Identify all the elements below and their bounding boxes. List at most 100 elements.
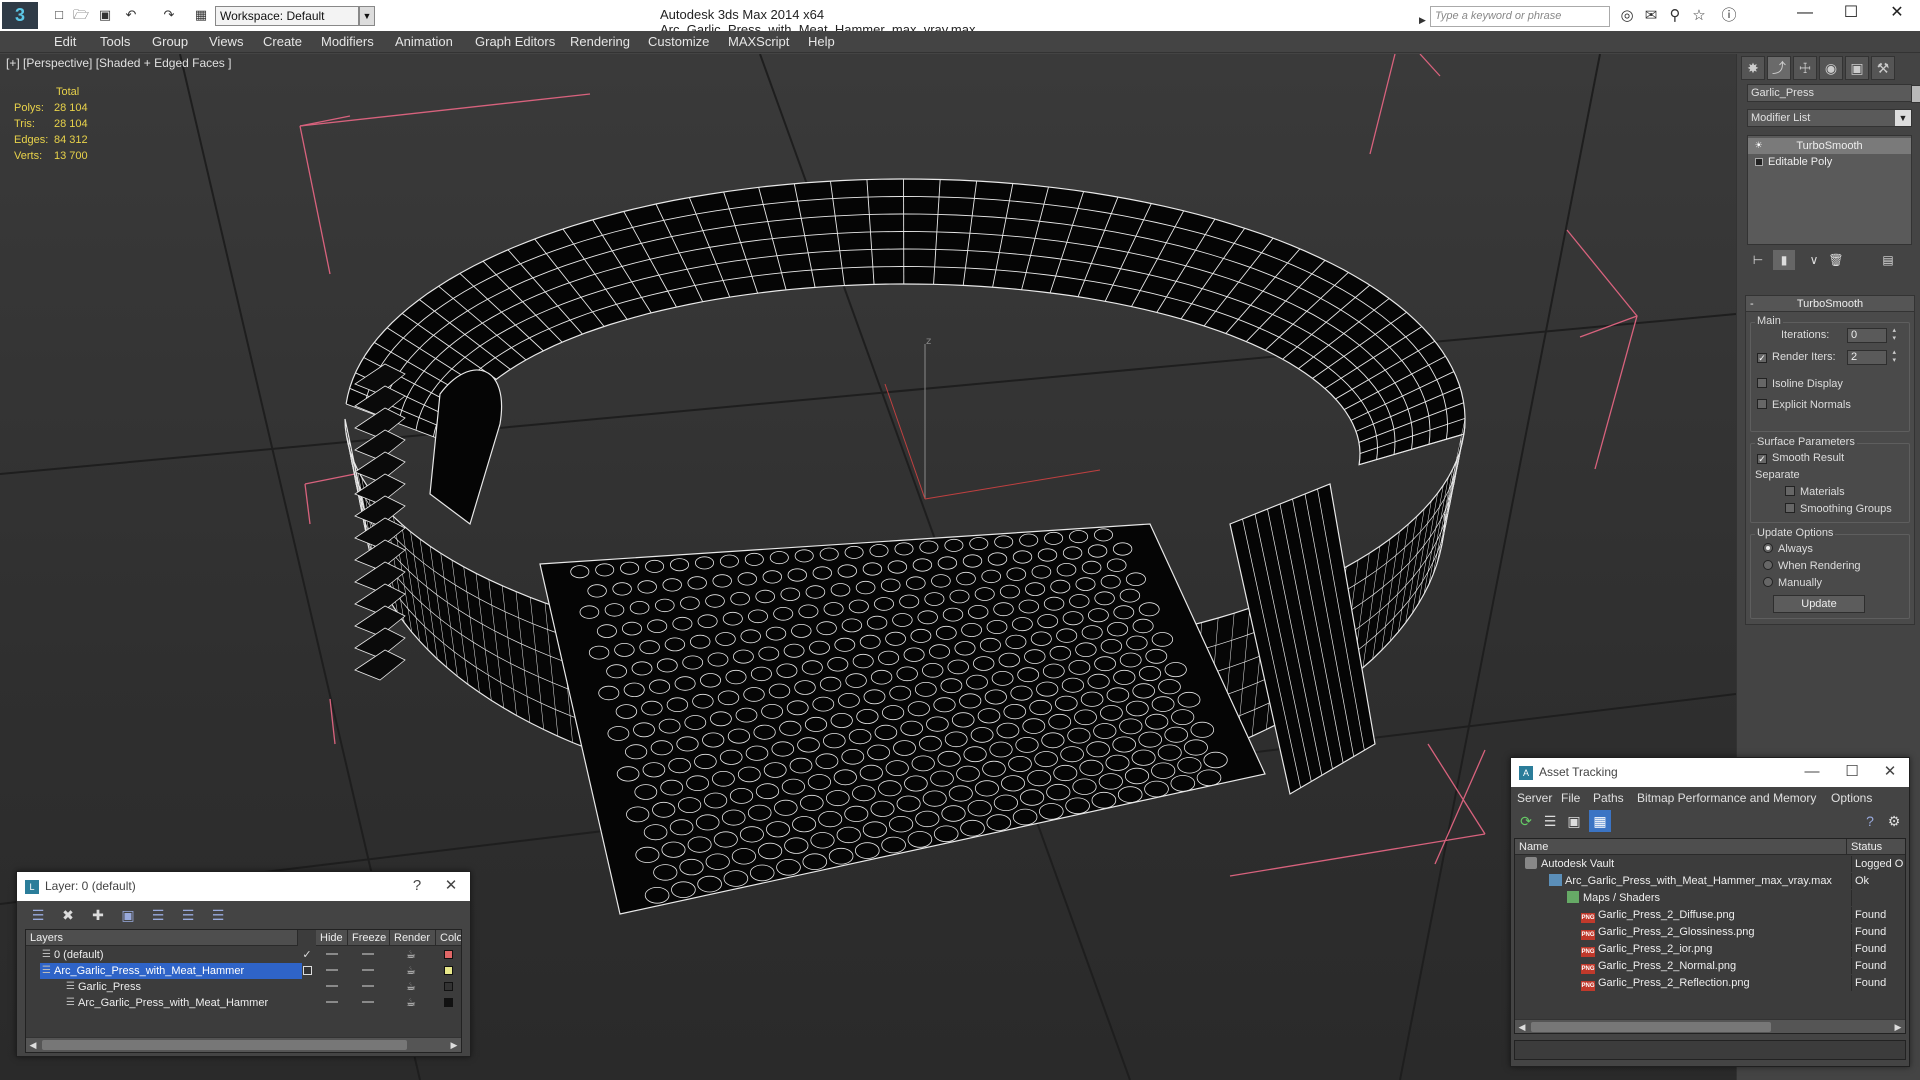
render-teapot-icon[interactable]: ☕ — [406, 963, 426, 979]
layer-color-swatch[interactable] — [444, 995, 458, 1011]
asset-row[interactable]: Maps / Shaders — [1515, 890, 1905, 906]
at-menu-options[interactable]: Options — [1831, 791, 1872, 805]
maximize-icon[interactable]: ☐ — [1828, 0, 1874, 28]
hide-toggle[interactable] — [326, 963, 346, 979]
binoculars-icon[interactable]: ◎ — [1616, 6, 1638, 26]
select-objects-icon[interactable]: ▣ — [117, 904, 139, 926]
column-freeze[interactable]: Freeze — [348, 930, 390, 946]
scroll-thumb[interactable] — [1531, 1022, 1771, 1032]
freeze-toggle[interactable] — [362, 963, 382, 979]
menu-maxscript[interactable]: MAXScript — [728, 34, 789, 49]
layer-color-swatch[interactable] — [444, 947, 458, 963]
hierarchy-tab-icon[interactable]: ☩ — [1793, 56, 1817, 80]
asset-row[interactable]: Autodesk Vault Logged O — [1515, 856, 1905, 872]
help-icon[interactable]: ? — [1859, 810, 1881, 832]
scroll-thumb[interactable] — [42, 1040, 407, 1050]
viewport-label[interactable]: [+] [Perspective] [Shaded + Edged Faces … — [6, 56, 231, 70]
asset-row[interactable]: Arc_Garlic_Press_with_Meat_Hammer_max_vr… — [1515, 873, 1905, 889]
chevron-down-icon[interactable]: ▼ — [1895, 110, 1911, 126]
menu-edit[interactable]: Edit — [54, 34, 76, 49]
asset-row[interactable]: PNG Garlic_Press_2_Normal.png Found — [1515, 958, 1905, 974]
open-file-icon[interactable]: 🗁 — [72, 6, 90, 24]
freeze-all-layers-icon[interactable]: ☰ — [207, 904, 229, 926]
asset-row[interactable]: PNG Garlic_Press_2_ior.png Found — [1515, 941, 1905, 957]
modify-tab-icon[interactable]: ⤴ — [1767, 56, 1791, 80]
pin-stack-icon[interactable]: ⊢ — [1747, 250, 1769, 270]
object-name-field[interactable]: Garlic_Press — [1747, 84, 1920, 103]
iterations-spinner[interactable]: 0 — [1847, 327, 1896, 343]
column-color[interactable]: Colo — [436, 930, 461, 946]
menu-customize[interactable]: Customize — [648, 34, 709, 49]
add-to-layer-icon[interactable]: ✚ — [87, 904, 109, 926]
project-folder-icon[interactable]: ▦ — [192, 6, 210, 24]
layer-color-swatch[interactable] — [444, 979, 458, 995]
layer-row[interactable]: Arc_Garlic_Press_with_Meat_Hammer ☰ ☕ — [26, 963, 461, 979]
turbosmooth-rollout-header[interactable]: - TurboSmooth — [1746, 296, 1914, 312]
current-layer-check-icon[interactable] — [298, 995, 316, 1011]
at-menu-bitmap-performance[interactable]: Bitmap Performance and Memory — [1637, 791, 1816, 805]
hide-toggle[interactable] — [326, 947, 346, 963]
configure-sets-icon[interactable]: ▤ — [1877, 250, 1899, 270]
layer-horizontal-scrollbar[interactable]: ◀ ▶ — [26, 1037, 461, 1052]
asset-status-field[interactable] — [1514, 1040, 1906, 1060]
scroll-right-icon[interactable]: ▶ — [447, 1038, 461, 1052]
update-always-radio[interactable]: Always — [1763, 543, 1813, 555]
new-file-icon[interactable]: □ — [50, 6, 68, 24]
asset-horizontal-scrollbar[interactable]: ◀ ▶ — [1515, 1019, 1905, 1033]
display-tab-icon[interactable]: ▣ — [1845, 56, 1869, 80]
favorites-star-icon[interactable]: ☆ — [1688, 6, 1710, 26]
freeze-toggle[interactable] — [362, 979, 382, 995]
redo-icon[interactable]: ↷ — [160, 6, 178, 24]
delete-layer-icon[interactable]: ✖ — [57, 904, 79, 926]
scroll-left-icon[interactable]: ◀ — [26, 1038, 40, 1052]
column-name[interactable]: Name — [1515, 839, 1847, 855]
menu-group[interactable]: Group — [152, 34, 188, 49]
current-layer-check-icon[interactable] — [298, 979, 316, 995]
object-color-swatch[interactable] — [1911, 85, 1920, 103]
lightbulb-icon[interactable]: ☀ — [1754, 140, 1763, 150]
stack-item-turbosmooth[interactable]: ☀ TurboSmooth — [1748, 138, 1911, 154]
hide-all-layers-icon[interactable]: ☰ — [177, 904, 199, 926]
communication-center-icon[interactable]: ✉ — [1640, 6, 1662, 26]
menu-views[interactable]: Views — [209, 34, 243, 49]
render-iters-row[interactable]: ✓ Render Iters: — [1757, 351, 1836, 363]
column-render[interactable]: Render — [390, 930, 436, 946]
update-when-rendering-radio[interactable]: When Rendering — [1763, 560, 1861, 572]
column-status[interactable]: Status — [1847, 839, 1905, 855]
layer-window-titlebar[interactable]: L Layer: 0 (default) ? ✕ — [17, 872, 470, 901]
save-file-icon[interactable]: ▣ — [96, 6, 114, 24]
search-input[interactable]: ▶ Type a keyword or phrase — [1419, 6, 1610, 27]
modifier-list-dropdown[interactable]: Modifier List ▼ — [1747, 109, 1912, 127]
layer-row[interactable]: Arc_Garlic_Press_with_Meat_Hammer ☰ ☕ — [26, 995, 461, 1011]
highlight-layer-icon[interactable]: ☰ — [147, 904, 169, 926]
utilities-tab-icon[interactable]: ⚒ — [1871, 56, 1895, 80]
hide-toggle[interactable] — [326, 995, 346, 1011]
undo-icon[interactable]: ↶ — [122, 6, 140, 24]
menu-tools[interactable]: Tools — [100, 34, 130, 49]
column-layers[interactable]: Layers — [26, 930, 298, 946]
help-icon[interactable]: ⓘ — [1718, 6, 1740, 26]
asset-row[interactable]: PNG Garlic_Press_2_Diffuse.png Found — [1515, 907, 1905, 923]
render-iters-spinner[interactable]: 2 — [1847, 349, 1896, 365]
stack-item-editable-poly[interactable]: Editable Poly — [1748, 154, 1911, 170]
table-view-icon[interactable]: ▦ — [1589, 810, 1611, 832]
menu-modifiers[interactable]: Modifiers — [321, 34, 374, 49]
update-manually-radio[interactable]: Manually — [1763, 577, 1822, 589]
smooth-result-checkbox[interactable]: ✓ Smooth Result — [1757, 452, 1844, 464]
column-hide[interactable]: Hide — [316, 930, 348, 946]
menu-help[interactable]: Help — [808, 34, 835, 49]
help-icon[interactable]: ? — [400, 872, 434, 901]
garlic-press-mesh[interactable] — [344, 178, 1466, 915]
render-teapot-icon[interactable]: ☕ — [406, 995, 426, 1011]
maximize-icon[interactable]: ☐ — [1835, 758, 1869, 787]
thumbnail-view-icon[interactable]: ▣ — [1563, 810, 1585, 832]
render-teapot-icon[interactable]: ☕ — [406, 979, 426, 995]
layer-row[interactable]: 0 (default) ☰ ✓ ☕ — [26, 947, 461, 963]
asset-row[interactable]: PNG Garlic_Press_2_Glossiness.png Found — [1515, 924, 1905, 940]
show-end-result-icon[interactable]: ▮ — [1773, 250, 1795, 270]
key-icon[interactable]: ⚲ — [1664, 6, 1686, 26]
close-icon[interactable]: ✕ — [1873, 758, 1907, 787]
update-button[interactable]: Update — [1773, 595, 1865, 613]
freeze-toggle[interactable] — [362, 947, 382, 963]
materials-checkbox[interactable]: Materials — [1785, 486, 1845, 498]
